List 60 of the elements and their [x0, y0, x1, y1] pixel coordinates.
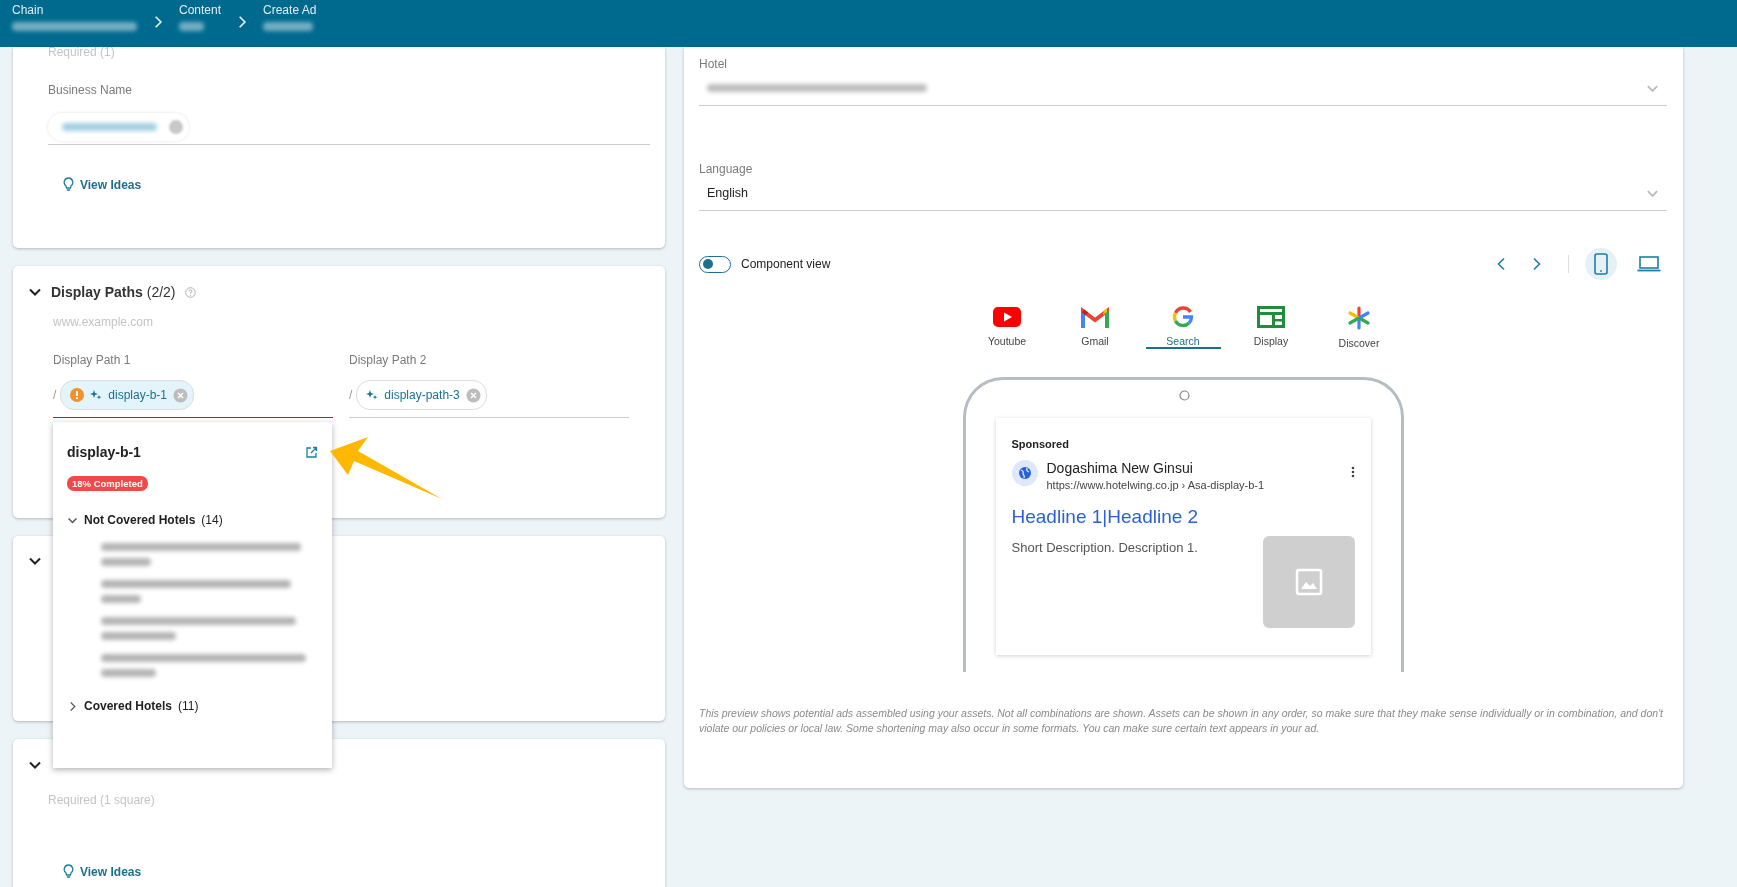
- external-link-icon[interactable]: [305, 445, 318, 459]
- next-button[interactable]: [1532, 257, 1542, 271]
- lightbulb-icon: [63, 177, 74, 192]
- channel-tab[interactable]: Display: [1233, 299, 1309, 349]
- sparkle-icon: [366, 389, 379, 401]
- language-select[interactable]: English: [699, 176, 1667, 211]
- sparkle-icon: [90, 389, 103, 401]
- blurred-text: [101, 669, 156, 677]
- hotel-group-toggle[interactable]: Covered Hotels (11): [67, 699, 199, 713]
- view-ideas-link[interactable]: View Ideas: [63, 177, 142, 192]
- ad-url: https://www.hotelwing.co.jp › Asa-display-b-1: [1046, 479, 1266, 491]
- layout-icon: [1257, 306, 1285, 328]
- camera-icon: [1178, 390, 1190, 401]
- domain-text: www.example.com: [53, 315, 155, 329]
- envelope-m-icon: [1081, 306, 1109, 328]
- g-logo-icon: [1172, 306, 1194, 328]
- blurred-text: [101, 558, 151, 566]
- field-label: Display Path 1: [53, 353, 132, 367]
- required-note: Required (1): [48, 45, 116, 59]
- field-label: Business Name: [48, 83, 134, 97]
- field-label: Display Path 2: [349, 353, 428, 367]
- warning-icon: [70, 388, 85, 402]
- disclaimer-text: This preview shows potential ads assembled using your assets. Not all combinations are shown. Assets can be shown in any order, so make sure that they make sense individually or in combination, and don't violate our policies or local law. Some shortening may also occur in some formats. You can make sure certain text appears in your ad.: [699, 706, 1665, 736]
- slash-separator: /: [349, 388, 353, 402]
- image-icon: [1294, 568, 1323, 596]
- blurred-text: [101, 595, 141, 603]
- view-ideas-link[interactable]: View Ideas: [63, 864, 142, 879]
- path-chip[interactable]: display-path-3: [356, 380, 487, 410]
- field-label: Hotel: [699, 57, 728, 71]
- hotel-group-toggle[interactable]: Not Covered Hotels (14): [67, 513, 223, 527]
- popover-title: display-b-1: [67, 444, 141, 460]
- business-name: Dogashima New Ginsui: [1046, 460, 1194, 476]
- field-label: Language: [699, 162, 754, 176]
- completion-badge: 18% Completed: [67, 476, 148, 491]
- channel-tab[interactable]: Youtube: [969, 299, 1045, 349]
- slash-separator: /: [53, 388, 57, 402]
- section-title: Display Paths (2/2): [51, 284, 176, 300]
- phone-view-button[interactable]: [1585, 248, 1617, 280]
- previous-button[interactable]: [1496, 257, 1506, 271]
- phone-icon: [1594, 253, 1608, 275]
- required-note: Required (1 square): [48, 793, 156, 807]
- blurred-text: [179, 22, 204, 31]
- channel-tab[interactable]: Gmail: [1057, 299, 1133, 349]
- path-chip[interactable]: display-b-1: [60, 380, 195, 410]
- breadcrumb-label[interactable]: Chain: [12, 3, 137, 17]
- play-logo-icon: [993, 307, 1021, 327]
- laptop-icon: [1637, 256, 1661, 272]
- component-view-toggle[interactable]: Component view: [699, 255, 831, 273]
- breadcrumb-label[interactable]: Content: [179, 3, 222, 17]
- globe-icon: [1011, 460, 1038, 486]
- ad-description: Short Description. Description 1.: [1011, 540, 1198, 557]
- more-icon[interactable]: [1350, 466, 1355, 478]
- ad-headline[interactable]: Headline 1|Headline 2: [1011, 506, 1355, 528]
- channel-tab[interactable]: Search: [1145, 299, 1221, 349]
- channel-tab[interactable]: Discover: [1321, 299, 1397, 349]
- lightbulb-icon: [63, 864, 74, 879]
- asterisk-icon: [1347, 306, 1371, 330]
- breadcrumb-label[interactable]: Create Ad: [263, 3, 317, 17]
- blurred-text: [263, 22, 314, 31]
- sponsored-label: Sponsored: [1011, 438, 1069, 450]
